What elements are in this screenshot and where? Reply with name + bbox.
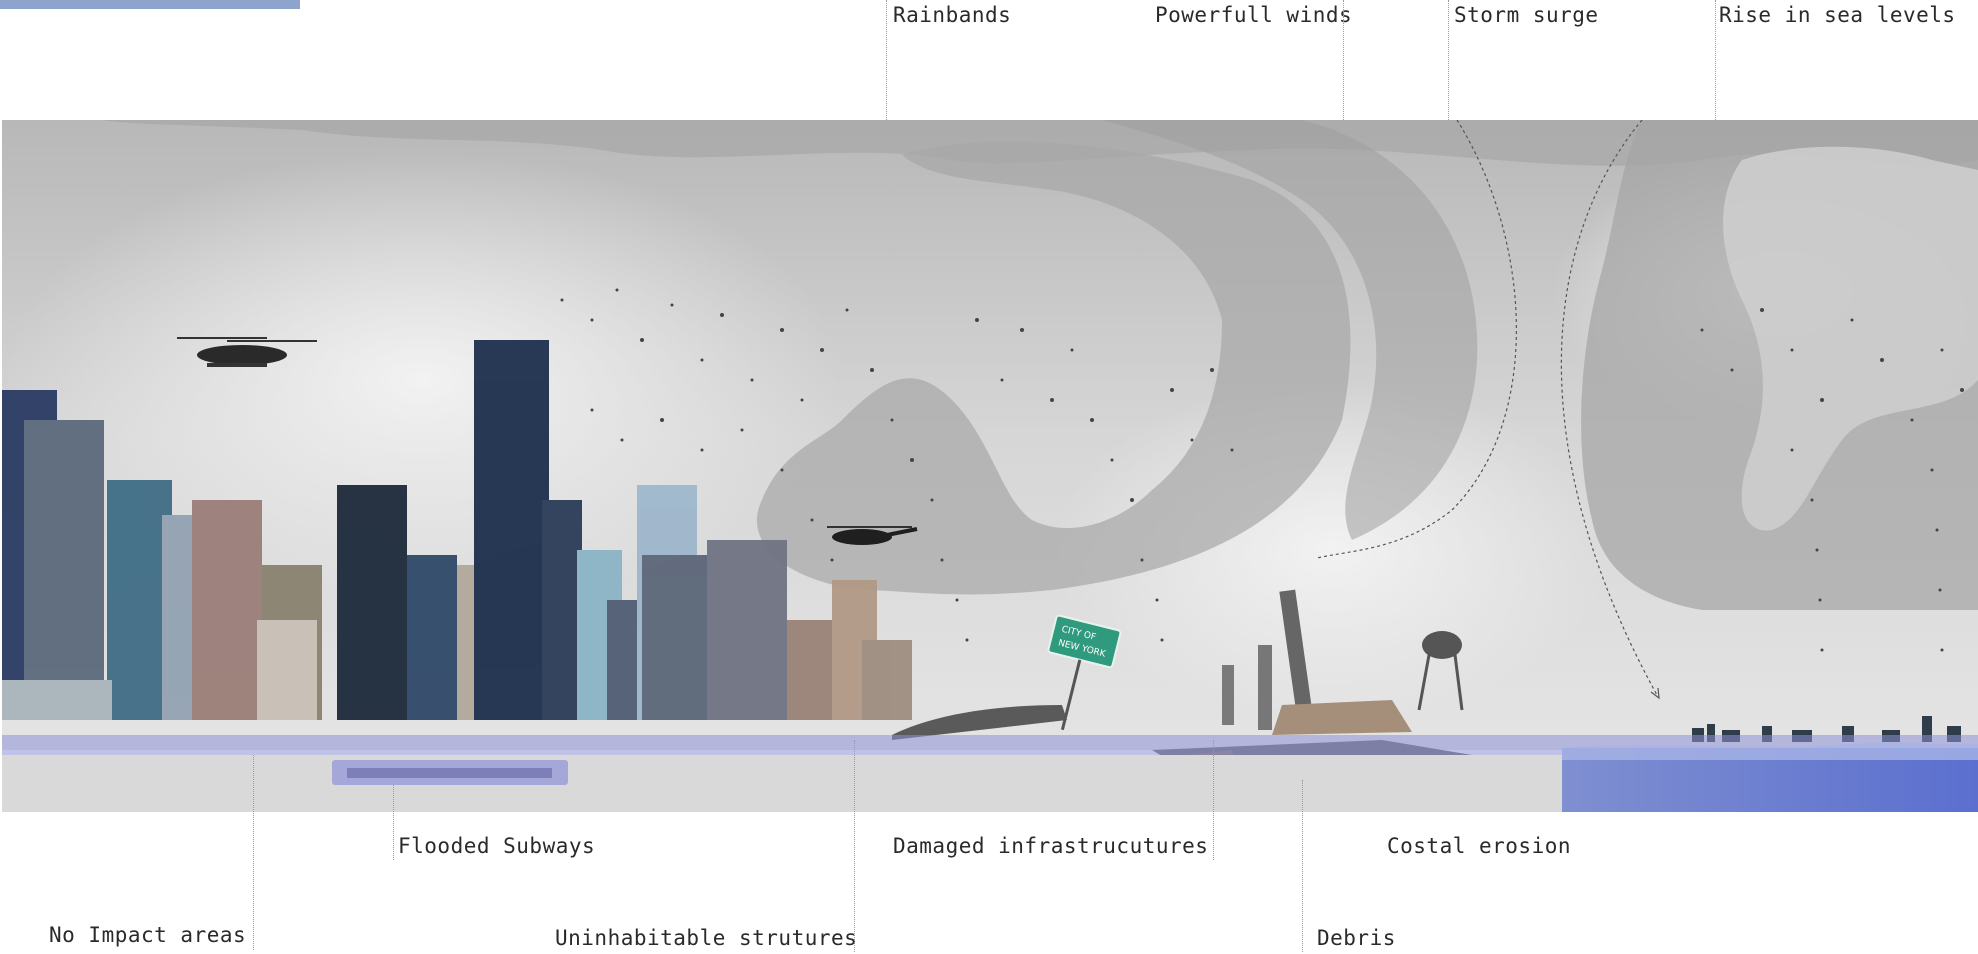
label-flooded-subways: Flooded Subways (398, 834, 596, 858)
label-powerful-winds: Powerfull winds (1155, 3, 1353, 27)
label-costal-erosion: Costal erosion (1387, 834, 1572, 858)
label-damaged-infrastructures: Damaged infrastrucutures (893, 834, 1209, 858)
header-accent-bar (0, 0, 300, 9)
smokestack-2 (1258, 645, 1272, 730)
leader-debris (1302, 780, 1303, 952)
leader-no-impact (253, 755, 254, 950)
hurricane-scene: CITY OF NEW YORK (2, 120, 1978, 812)
storm-illustration: CITY OF NEW YORK (2, 120, 1978, 812)
subway-car (347, 768, 552, 778)
smokestack-3 (1222, 665, 1234, 725)
label-debris: Debris (1317, 926, 1396, 950)
leader-uninhabitable (854, 740, 855, 952)
ground-cross-section (2, 755, 1562, 812)
label-rise-in-sea-levels: Rise in sea levels (1719, 3, 1956, 27)
leader-damaged-infrastructures (1213, 740, 1214, 860)
leader-flooded-subways (393, 785, 394, 860)
label-rainbands: Rainbands (893, 3, 1012, 27)
label-storm-surge: Storm surge (1454, 3, 1599, 27)
collapsed-house (1272, 700, 1412, 735)
label-uninhabitable-structures: Uninhabitable strutures (555, 926, 858, 950)
label-no-impact-areas: No Impact areas (49, 923, 247, 947)
